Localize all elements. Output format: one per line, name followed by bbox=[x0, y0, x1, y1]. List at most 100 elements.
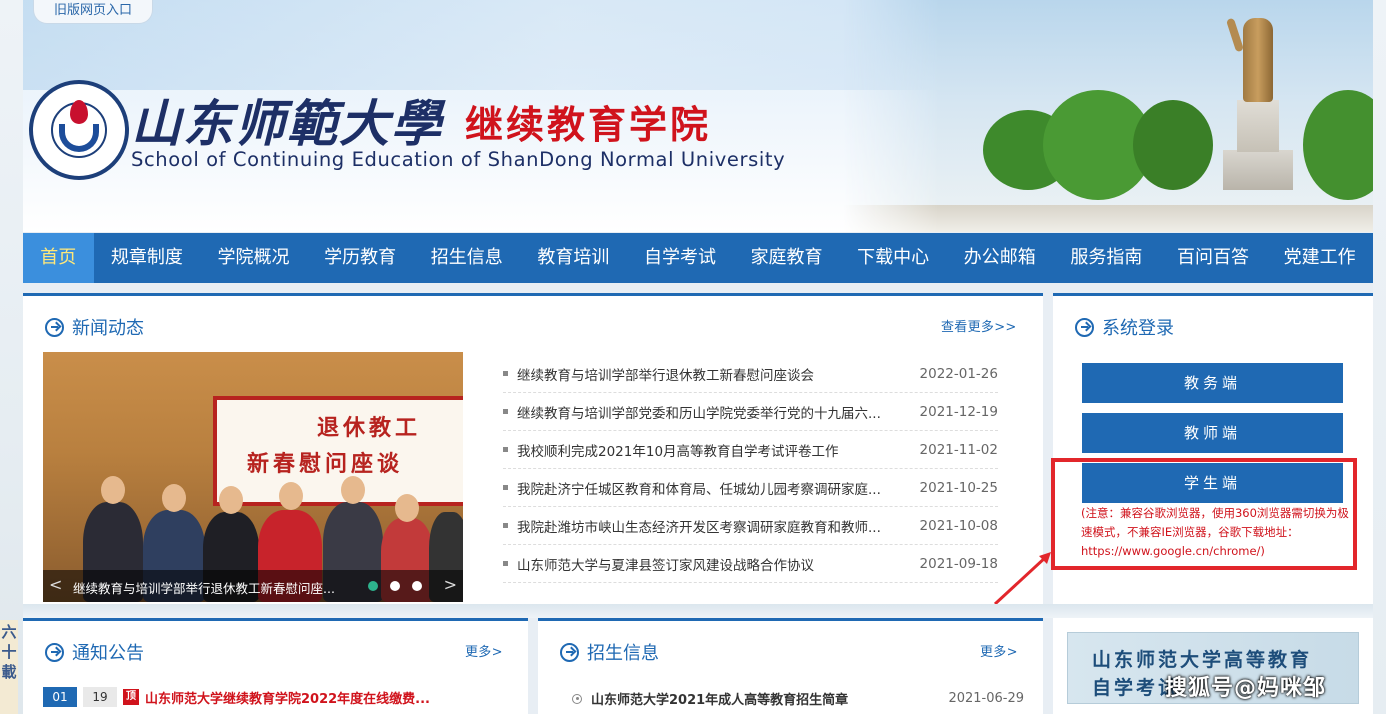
news-panel: 新闻动态 查看更多>> 退休教工 新春慰问座谈 < 继续教育与培训学部举行退休教 bbox=[23, 293, 1043, 604]
statue-base-image bbox=[1223, 150, 1293, 190]
login-title-label: 系统登录 bbox=[1102, 318, 1174, 339]
school-name-cn: 山东师範大學 bbox=[131, 94, 443, 153]
notice-day: 19 bbox=[83, 687, 117, 707]
news-item-date: 2021-09-18 bbox=[919, 555, 998, 572]
news-item-date: 2022-01-26 bbox=[919, 365, 998, 382]
circle-arrow-icon bbox=[45, 317, 64, 337]
notice-item-title[interactable]: 山东师范大学继续教育学院2022年度在线缴费... bbox=[145, 688, 430, 707]
nav-item[interactable]: 办公邮箱 bbox=[946, 233, 1053, 283]
person-head bbox=[395, 494, 419, 522]
nav-item[interactable]: 规章制度 bbox=[94, 233, 201, 283]
notice-month: 01 bbox=[43, 687, 77, 707]
nav-item[interactable]: 家庭教育 bbox=[733, 233, 840, 283]
browser-compat-notice: (注意：兼容谷歌浏览器，使用360浏览器需切换为极速模式，不兼容IE浏览器，谷歌… bbox=[1081, 506, 1349, 558]
news-item[interactable]: 我院赴济宁任城区教育和体育局、任城幼儿园考察调研家庭... 2021-10-25 bbox=[503, 469, 998, 507]
news-item[interactable]: 继续教育与培训学部举行退休教工新春慰问座谈会 2022-01-26 bbox=[503, 355, 998, 393]
admission-title-label: 招生信息 bbox=[587, 643, 659, 664]
carousel-dots bbox=[368, 581, 422, 591]
page-background-left bbox=[0, 0, 23, 714]
square-bullet-icon bbox=[503, 447, 508, 452]
tree-image bbox=[1303, 90, 1373, 200]
news-more-link[interactable]: 查看更多>> bbox=[941, 316, 1017, 335]
news-item[interactable]: 山东师范大学与夏津县签订家风建设战略合作协议 2021-09-18 bbox=[503, 545, 998, 583]
nav-item[interactable]: 自学考试 bbox=[627, 233, 734, 283]
square-bullet-icon bbox=[503, 523, 508, 528]
student-login-button[interactable]: 学生端 bbox=[1082, 463, 1343, 503]
news-panel-title: 新闻动态 bbox=[45, 314, 144, 340]
person-head bbox=[101, 476, 125, 504]
notice-item[interactable]: 01 19 顶 山东师范大学继续教育学院2022年度在线缴费... bbox=[43, 687, 430, 707]
old-site-link[interactable]: 旧版网页入口 bbox=[33, 0, 153, 24]
main-nav: 首页 规章制度 学院概况 学历教育 招生信息 教育培训 自学考试 家庭教育 下载中心 办公邮箱 服务… bbox=[23, 233, 1373, 283]
page-container: 旧版网页入口 山东师範大學 继续教育学院 School of Continuin… bbox=[23, 0, 1373, 714]
news-item[interactable]: 我院赴潍坊市峡山生态经济开发区考察调研家庭教育和教师... 2021-10-08 bbox=[503, 507, 998, 545]
news-item-date: 2021-11-02 bbox=[919, 441, 998, 458]
admission-item-date: 2021-06-29 bbox=[948, 691, 1024, 706]
college-name-cn: 继续教育学院 bbox=[465, 102, 712, 147]
section-divider bbox=[23, 604, 1373, 618]
login-panel: 系统登录 教务端 教师端 学生端 (注意：兼容谷歌浏览器，使用360浏览器需切换… bbox=[1053, 293, 1373, 604]
circle-arrow-icon bbox=[1075, 317, 1094, 337]
news-item-title[interactable]: 山东师范大学与夏津县签订家风建设战略合作协议 bbox=[517, 554, 908, 574]
academic-affairs-login-button[interactable]: 教务端 bbox=[1082, 363, 1343, 403]
side-decoration-strip: 六十載 bbox=[0, 620, 18, 714]
admission-item[interactable]: 山东师范大学2021年成人高等教育招生简章 2021-06-29 bbox=[572, 689, 1024, 708]
news-item-title[interactable]: 继续教育与培训学部举行退休教工新春慰问座谈会 bbox=[517, 364, 908, 384]
carousel-dot[interactable] bbox=[368, 581, 378, 591]
nav-item[interactable]: 服务指南 bbox=[1053, 233, 1160, 283]
news-item-title[interactable]: 我院赴潍坊市峡山生态经济开发区考察调研家庭教育和教师... bbox=[517, 516, 908, 536]
news-list: 继续教育与培训学部举行退休教工新春慰问座谈会 2022-01-26 继续教育与培训学… bbox=[503, 355, 998, 583]
admission-panel: 招生信息 更多> 山东师范大学2021年成人高等教育招生简章 2021-06-2… bbox=[538, 618, 1043, 714]
banner-board-image: 退休教工 新春慰问座谈 bbox=[213, 396, 463, 506]
notice-title-label: 通知公告 bbox=[72, 643, 144, 664]
source-watermark: 搜狐号@妈咪邹 bbox=[1165, 676, 1327, 701]
page-background-right bbox=[1373, 0, 1386, 714]
banner-text-line2: 新春慰问座谈 bbox=[247, 451, 404, 477]
logo-flame-icon bbox=[70, 100, 88, 124]
carousel-prev-icon[interactable]: < bbox=[49, 575, 62, 594]
tree-image bbox=[1133, 100, 1213, 190]
banner-line1: 山东师范大学高等教育 bbox=[1092, 649, 1313, 671]
nav-item[interactable]: 百问百答 bbox=[1160, 233, 1267, 283]
news-item[interactable]: 我校顺利完成2021年10月高等教育自学考试评卷工作 2021-11-02 bbox=[503, 431, 998, 469]
square-bullet-icon bbox=[503, 485, 508, 490]
carousel-next-icon[interactable]: > bbox=[444, 575, 457, 594]
news-item-title[interactable]: 我校顺利完成2021年10月高等教育自学考试评卷工作 bbox=[517, 440, 908, 460]
nav-item[interactable]: 党建工作 bbox=[1266, 233, 1373, 283]
news-item-date: 2021-12-19 bbox=[919, 403, 998, 420]
news-title-label: 新闻动态 bbox=[72, 318, 144, 339]
school-name-en: School of Continuing Education of ShanDo… bbox=[131, 148, 786, 171]
nav-item[interactable]: 教育培训 bbox=[520, 233, 627, 283]
pinned-badge: 顶 bbox=[123, 689, 139, 705]
person-head bbox=[279, 482, 303, 510]
admission-item-title[interactable]: 山东师范大学2021年成人高等教育招生简章 bbox=[591, 689, 948, 708]
notice-more-link[interactable]: 更多> bbox=[465, 641, 503, 660]
nav-item[interactable]: 首页 bbox=[23, 233, 94, 283]
carousel-caption[interactable]: 继续教育与培训学部举行退休教工新春慰问座... bbox=[73, 578, 335, 597]
nav-item[interactable]: 学历教育 bbox=[307, 233, 414, 283]
news-photo-carousel[interactable]: 退休教工 新春慰问座谈 < 继续教育与培训学部举行退休教工新春慰问座... > bbox=[43, 352, 463, 602]
bullet-icon bbox=[572, 693, 582, 704]
news-item-title[interactable]: 继续教育与培训学部党委和历山学院党委举行党的十九届六... bbox=[517, 402, 908, 422]
circle-arrow-icon bbox=[560, 642, 579, 662]
admission-more-link[interactable]: 更多> bbox=[980, 641, 1018, 660]
person-head bbox=[341, 476, 365, 504]
nav-item[interactable]: 招生信息 bbox=[413, 233, 520, 283]
teacher-login-button[interactable]: 教师端 bbox=[1082, 413, 1343, 453]
carousel-dot[interactable] bbox=[390, 581, 400, 591]
news-item-title[interactable]: 我院赴济宁任城区教育和体育局、任城幼儿园考察调研家庭... bbox=[517, 478, 908, 498]
square-bullet-icon bbox=[503, 409, 508, 414]
statue-image bbox=[1243, 18, 1273, 102]
square-bullet-icon bbox=[503, 371, 508, 376]
nav-item[interactable]: 学院概况 bbox=[200, 233, 307, 283]
university-logo bbox=[29, 80, 129, 180]
news-item-date: 2021-10-25 bbox=[919, 479, 998, 496]
person-head bbox=[219, 486, 243, 514]
carousel-dot[interactable] bbox=[412, 581, 422, 591]
statue-pedestal-image bbox=[1237, 100, 1279, 152]
carousel-caption-bar: < 继续教育与培训学部举行退休教工新春慰问座... > bbox=[43, 570, 463, 602]
nav-item[interactable]: 下载中心 bbox=[840, 233, 947, 283]
news-item[interactable]: 继续教育与培训学部党委和历山学院党委举行党的十九届六... 2021-12-19 bbox=[503, 393, 998, 431]
ground-image bbox=[843, 205, 1373, 232]
statue-arm-image bbox=[1225, 17, 1245, 53]
